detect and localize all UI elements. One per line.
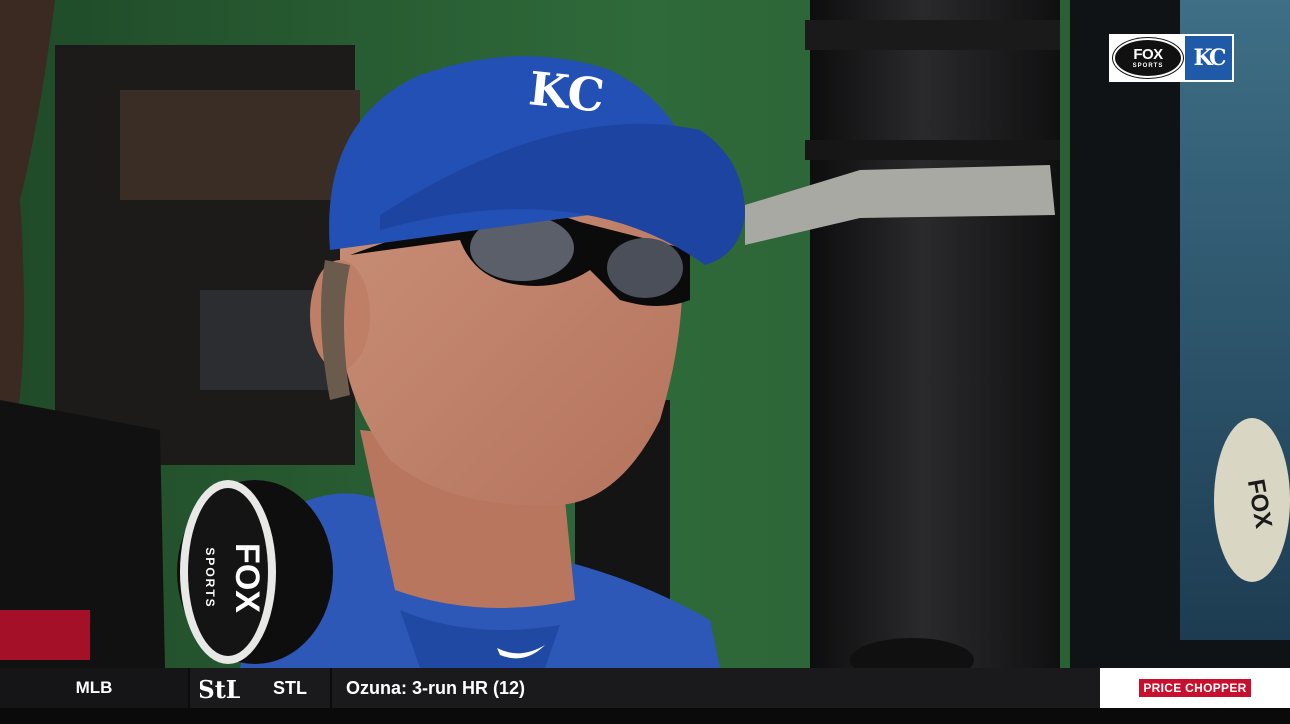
sponsor-logo: PRICE CHOPPER — [1100, 668, 1290, 708]
fox-sports-oval: FOX SPORTS — [1113, 38, 1183, 78]
clipboard — [120, 90, 360, 200]
right-lens-reflection — [607, 238, 683, 298]
interview-scene: FOX KC FOX SPORTS — [0, 0, 1290, 668]
royals-logo: KC — [1185, 36, 1232, 80]
video-frame: FOX KC FOX SPORTS — [0, 0, 1290, 668]
ticker-league: MLB — [0, 668, 190, 708]
fox-logo-text: FOX — [1133, 46, 1163, 63]
red-accent — [0, 610, 90, 660]
cap-kc-logo: KC — [526, 61, 607, 123]
pipe — [810, 0, 1060, 668]
bottom-strip — [0, 708, 1290, 724]
mic-sports-text: SPORTS — [203, 547, 217, 608]
mic-fox-text: FOX — [228, 543, 266, 613]
ticker-team: STL — [250, 668, 332, 708]
score-ticker: MLB StL STL Ozuna: 3-run HR (12) PRICE C… — [0, 668, 1290, 708]
stl-monogram: StL — [200, 675, 240, 704]
svg-text:StL: StL — [200, 675, 240, 704]
broadcast-frame: FOX KC FOX SPORTS FOX SPORTS KC MLB StL … — [0, 0, 1290, 724]
pipe-joint — [805, 20, 1060, 50]
sponsor-text: PRICE CHOPPER — [1139, 679, 1251, 697]
fox-sports-logo: FOX SPORTS — [1111, 36, 1185, 80]
network-bug: FOX SPORTS KC — [1109, 34, 1234, 82]
sports-logo-text: SPORTS — [1132, 63, 1164, 69]
window-reflection — [200, 290, 330, 390]
pipe-joint — [805, 140, 1060, 160]
cardinals-logo-icon: StL — [190, 668, 250, 708]
ticker-headline: Ozuna: 3-run HR (12) — [346, 677, 526, 698]
